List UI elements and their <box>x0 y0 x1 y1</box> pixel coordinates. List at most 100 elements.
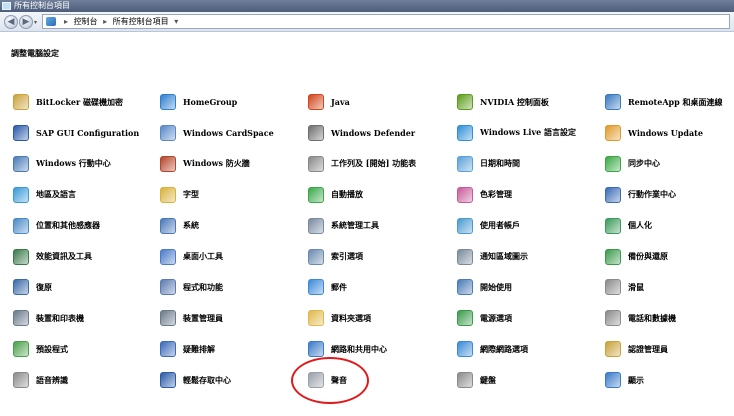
control-panel-item[interactable]: 地區及語言 <box>13 186 158 204</box>
control-panel-item-label: HomeGroup <box>183 97 238 107</box>
java-icon <box>308 94 324 110</box>
control-panel-item-label: 效能資訊及工具 <box>36 251 92 261</box>
cardspace-icon <box>160 124 176 141</box>
control-panel-item[interactable]: 網際網路選項 <box>457 340 602 358</box>
control-panel-item[interactable]: BitLocker 磁碟機加密 <box>13 93 158 111</box>
control-panel-item[interactable]: HomeGroup <box>160 93 305 111</box>
control-panel-item-label: 鍵盤 <box>480 374 496 385</box>
control-panel-item[interactable]: 通知區域圖示 <box>457 248 602 266</box>
control-panel-item[interactable]: Java <box>308 93 453 111</box>
control-panel-item-label: 系統 <box>183 220 199 231</box>
control-panel-item[interactable]: 工作列及 [開始] 功能表 <box>308 155 453 173</box>
control-panel-item[interactable]: 顯示 <box>605 371 734 389</box>
control-panel-item[interactable]: 索引選項 <box>308 248 453 266</box>
control-panel-item[interactable]: Windows 防火牆 <box>160 155 305 173</box>
control-panel-item[interactable]: 預設程式 <box>13 340 158 358</box>
control-panel-item[interactable]: 認證管理員 <box>605 340 734 358</box>
control-panel-item[interactable]: SAP GUI Configuration <box>13 124 158 142</box>
control-panel-item[interactable]: 滑鼠 <box>605 278 734 296</box>
control-panel-item[interactable]: 開始使用 <box>457 278 602 296</box>
control-panel-item[interactable]: 個人化 <box>605 217 734 235</box>
default-programs-icon <box>13 341 29 358</box>
windows-live-icon <box>457 124 473 141</box>
control-panel-item[interactable]: 位置和其他感應器 <box>13 217 158 235</box>
control-panel-item[interactable]: 復原 <box>13 278 158 296</box>
control-panel-item[interactable]: 疑難排解 <box>160 340 305 358</box>
control-panel-item[interactable]: 郵件 <box>308 278 453 296</box>
control-panel-item[interactable]: 裝置和印表機 <box>13 309 158 327</box>
control-panel-item-label: 語音辨識 <box>36 374 68 385</box>
control-panel-item[interactable]: 裝置管理員 <box>160 309 305 327</box>
control-panel-item[interactable]: 效能資訊及工具 <box>13 248 158 266</box>
control-panel-item-label: 工作列及 [開始] 功能表 <box>331 158 417 169</box>
autoplay-icon <box>308 186 324 203</box>
address-dropdown-icon[interactable]: ▾ <box>174 17 178 26</box>
recovery-icon <box>13 279 29 296</box>
control-panel-item[interactable]: Windows Defender <box>308 124 453 142</box>
mail-icon <box>308 279 324 296</box>
control-panel-item[interactable]: 色彩管理 <box>457 186 602 204</box>
backup-restore-icon <box>605 248 621 265</box>
windows-update-icon <box>605 124 621 141</box>
control-panel-item[interactable]: 語音辨識 <box>13 371 158 389</box>
control-panel-item[interactable]: 自動播放 <box>308 186 453 204</box>
breadcrumb-separator[interactable]: ▸ <box>64 17 68 26</box>
control-panel-item[interactable]: 電源選項 <box>457 309 602 327</box>
forward-button[interactable]: ▶ <box>19 15 33 29</box>
display-icon <box>605 372 621 389</box>
control-panel-item[interactable]: 系統 <box>160 217 305 235</box>
address-bar[interactable]: ▸ 控制台 ▸ 所有控制台項目 ▾ <box>42 14 730 29</box>
control-panel-item[interactable]: 鍵盤 <box>457 371 602 389</box>
control-panel-item[interactable]: 程式和功能 <box>160 278 305 296</box>
firewall-icon <box>160 155 176 172</box>
control-panel-item-label: 字型 <box>183 189 199 200</box>
control-panel-item-label: 郵件 <box>331 281 347 292</box>
control-panel-item[interactable]: 聲音 <box>308 371 453 389</box>
troubleshooting-icon <box>160 341 176 358</box>
control-panel-item[interactable]: 網路和共用中心 <box>308 340 453 358</box>
control-panel-item-label: 色彩管理 <box>480 189 512 200</box>
control-panel-item[interactable]: Windows Live 語言設定 <box>457 124 602 142</box>
control-panel-item[interactable]: Windows 行動中心 <box>13 155 158 173</box>
control-panel-item[interactable]: Windows Update <box>605 124 734 142</box>
control-panel-item[interactable]: NVIDIA 控制面板 <box>457 93 602 111</box>
control-panel-address-icon <box>46 17 56 26</box>
control-panel-item-label: 裝置管理員 <box>183 312 223 323</box>
control-panel-item[interactable]: 備份與還原 <box>605 248 734 266</box>
control-panel-item[interactable]: 系統管理工具 <box>308 217 453 235</box>
control-panel-item[interactable]: 電話和數據機 <box>605 309 734 327</box>
window-title: 所有控制台項目 <box>14 1 70 10</box>
breadcrumb-separator[interactable]: ▸ <box>103 17 107 26</box>
control-panel-item[interactable]: 輕鬆存取中心 <box>160 371 305 389</box>
control-panel-item[interactable]: 使用者帳戶 <box>457 217 602 235</box>
navigation-bar: ◀ ▶ ▾ ▸ 控制台 ▸ 所有控制台項目 ▾ <box>0 12 734 32</box>
breadcrumb-all-items[interactable]: 所有控制台項目 <box>113 17 169 26</box>
control-panel-item-label: 自動播放 <box>331 189 363 200</box>
control-panel-item-label: 備份與還原 <box>628 251 668 261</box>
control-panel-item-label: 通知區域圖示 <box>480 251 528 261</box>
control-panel-item[interactable]: 行動作業中心 <box>605 186 734 204</box>
back-button[interactable]: ◀ <box>4 15 18 29</box>
control-panel-item-label: Windows CardSpace <box>183 127 274 138</box>
control-panel-item-label: Windows 防火牆 <box>183 158 250 169</box>
control-panel-item[interactable]: 同步中心 <box>605 155 734 173</box>
control-panel-item[interactable]: RemoteApp 和桌面連線 <box>605 93 734 111</box>
forward-arrow-icon: ▶ <box>22 17 30 27</box>
control-panel-item[interactable]: 資料夾選項 <box>308 309 453 327</box>
control-panel-item-label: BitLocker 磁碟機加密 <box>36 96 123 107</box>
control-panel-item-label: 資料夾選項 <box>331 312 371 323</box>
control-panel-item[interactable]: 桌面小工具 <box>160 248 305 266</box>
control-panel-item[interactable]: Windows CardSpace <box>160 124 305 142</box>
control-panel-item[interactable]: 日期和時間 <box>457 155 602 173</box>
programs-features-icon <box>160 279 176 296</box>
control-panel-item-label: 地區及語言 <box>36 189 76 200</box>
fonts-icon <box>160 186 176 203</box>
notification-area-icon <box>457 248 473 265</box>
control-panel-item-label: SAP GUI Configuration <box>36 127 140 138</box>
control-panel-item-label: 滑鼠 <box>628 281 644 292</box>
breadcrumb-control-panel[interactable]: 控制台 <box>74 17 98 26</box>
taskbar-icon <box>308 155 324 172</box>
recent-pages-dropdown-icon[interactable]: ▾ <box>34 19 37 26</box>
control-panel-item[interactable]: 字型 <box>160 186 305 204</box>
performance-icon <box>13 248 29 265</box>
